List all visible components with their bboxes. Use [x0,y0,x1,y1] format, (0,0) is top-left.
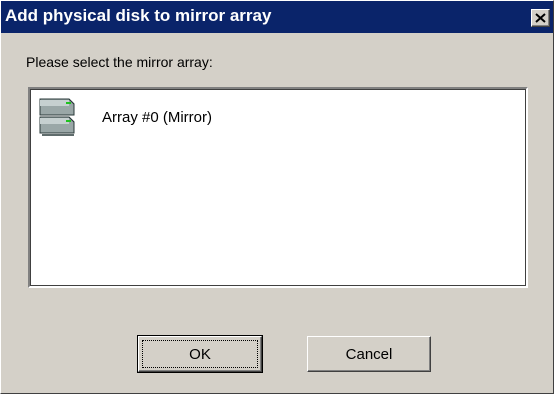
disk-array-icon [39,98,75,136]
cancel-button[interactable]: Cancel [307,336,431,372]
cancel-button-label: Cancel [345,345,393,363]
mirror-array-dialog: Add physical disk to mirror array Please… [0,0,554,394]
title-bar[interactable]: Add physical disk to mirror array [1,1,553,33]
dialog-title: Add physical disk to mirror array [5,6,272,25]
prompt-label: Please select the mirror array: [26,54,213,70]
close-button[interactable] [531,9,550,27]
list-item-label: Array #0 (Mirror) [102,108,213,126]
close-icon [535,13,546,23]
list-item[interactable]: Array #0 (Mirror) [36,97,336,137]
mirror-array-list[interactable]: Array #0 (Mirror) [28,87,528,288]
ok-button[interactable]: OK [137,335,263,373]
focus-rectangle [142,340,258,368]
